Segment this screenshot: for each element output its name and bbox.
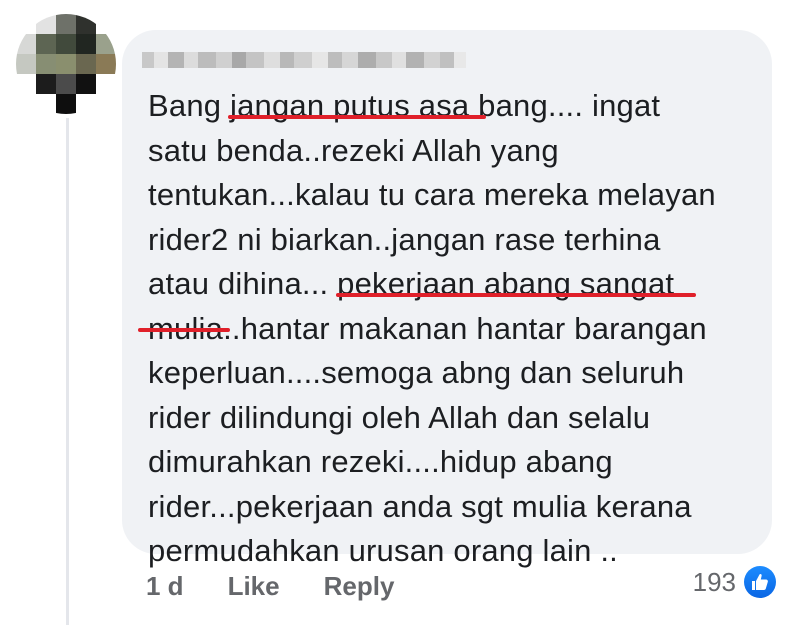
avatar[interactable]	[16, 14, 116, 114]
highlight-underline-mulia	[138, 328, 230, 332]
comment-line: permudahkan urusan orang lain ..	[148, 533, 618, 568]
comment-line: rider dilindungi oleh Allah dan selalu	[148, 399, 651, 435]
comment-actions: 1 d Like Reply	[146, 571, 394, 602]
reply-thread-line	[66, 118, 69, 625]
comment-line: rider2 ni biarkan..jangan rase terhina	[148, 221, 661, 257]
comment-line: Bang jangan putus asa bang.... ingat	[148, 88, 661, 123]
comment-text: Bang jangan putus asa bang.... ingat sat…	[148, 84, 758, 574]
comment-line: mulia..hantar makanan hantar barangan	[148, 310, 707, 346]
comment-line: keperluan....semoga abng dan seluruh	[148, 355, 685, 390]
reaction-count: 193	[692, 566, 736, 597]
commenter-name-pixelated[interactable]	[142, 52, 466, 68]
highlight-underline-pekerjaan-abang-sangat	[336, 293, 696, 297]
comment-line: rider...pekerjaan anda sgt mulia kerana	[148, 488, 692, 524]
comment-line: tentukan...kalau tu cara mereka melayan	[148, 177, 716, 212]
highlight-underline-jangan-putus-asa	[228, 115, 486, 119]
comment-timestamp[interactable]: 1 d	[146, 571, 184, 602]
thumbs-up-icon	[744, 566, 776, 598]
comment-screenshot: Bang jangan putus asa bang.... ingat sat…	[0, 0, 800, 625]
like-button[interactable]: Like	[228, 571, 280, 602]
comment-line: atau dihina... pekerjaan abang sangat	[148, 266, 675, 301]
reaction-summary[interactable]: 193	[693, 566, 776, 598]
comment-line: dimurahkan rezeki....hidup abang	[148, 444, 613, 479]
reply-button[interactable]: Reply	[324, 571, 395, 602]
comment-line: satu benda..rezeki Allah yang	[148, 132, 559, 168]
